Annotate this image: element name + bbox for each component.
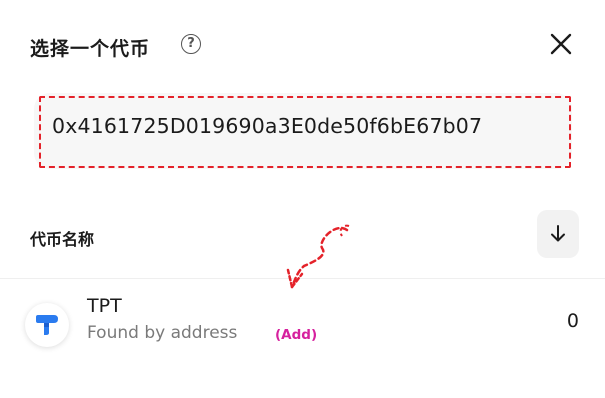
modal-header: 选择一个代币 ? <box>28 28 577 64</box>
search-input[interactable]: 0x4161725D019690a3E0de50f6bE67b07 <box>52 114 562 154</box>
token-balance: 0 <box>566 310 579 332</box>
modal-title: 选择一个代币 <box>30 38 151 60</box>
add-token-link[interactable]: (Add) <box>275 327 317 343</box>
tpt-logo-icon <box>25 303 69 347</box>
token-symbol: TPT <box>87 295 122 317</box>
token-subtitle: Found by address <box>87 323 238 343</box>
token-name-section-label: 代币名称 <box>30 230 95 249</box>
close-icon[interactable] <box>549 32 573 56</box>
select-token-modal: 选择一个代币 ? 0x4161725D019690a3E0de50f6bE67b… <box>0 0 605 398</box>
arrow-down-icon <box>551 225 565 242</box>
token-row[interactable]: TPT Found by address (Add) 0 <box>0 279 605 361</box>
question-circle-icon[interactable]: ? <box>181 34 201 54</box>
sort-button[interactable] <box>537 210 579 258</box>
